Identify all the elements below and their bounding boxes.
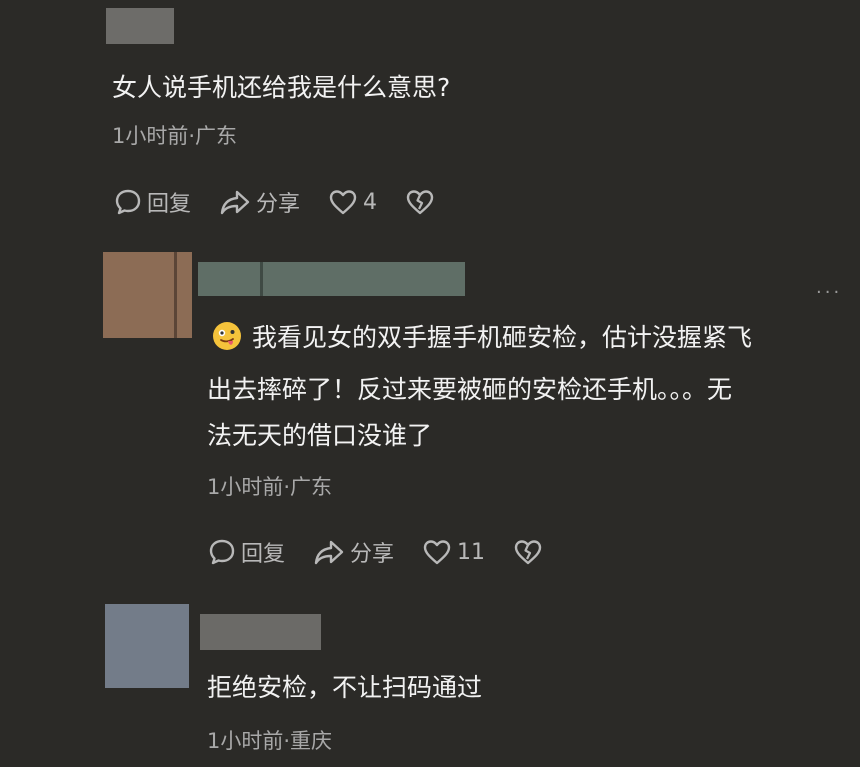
broken-heart-icon bbox=[406, 190, 434, 215]
like-button[interactable]: 11 bbox=[422, 538, 485, 566]
comment-text-line: 法无天的借口没谁了 bbox=[207, 421, 433, 450]
share-label: 分享 bbox=[350, 542, 395, 567]
like-count: 11 bbox=[457, 539, 486, 565]
reply-button[interactable]: 回复 bbox=[114, 186, 191, 218]
reply-icon bbox=[209, 539, 235, 565]
share-icon bbox=[220, 190, 250, 215]
avatar[interactable] bbox=[103, 252, 192, 338]
heart-icon bbox=[329, 190, 357, 215]
username-blurred bbox=[106, 8, 174, 44]
share-button[interactable]: 分享 bbox=[313, 536, 394, 568]
username-blurred[interactable] bbox=[198, 262, 465, 296]
reply-label: 回复 bbox=[241, 542, 286, 567]
like-button[interactable]: 4 bbox=[328, 188, 377, 216]
username-blurred[interactable] bbox=[200, 614, 321, 650]
heart-icon bbox=[423, 540, 451, 565]
broken-heart-icon bbox=[514, 540, 542, 565]
more-options-icon[interactable]: ··· bbox=[816, 282, 842, 303]
dislike-button[interactable] bbox=[405, 188, 440, 216]
comment-meta: 1小时前·重庆 bbox=[207, 729, 333, 753]
reply-label: 回复 bbox=[147, 192, 192, 217]
reply-icon bbox=[115, 189, 141, 215]
comment-meta: 1小时前·广东 bbox=[207, 475, 333, 499]
share-label: 分享 bbox=[256, 192, 301, 217]
comment-actions: 回复 分享 11 bbox=[208, 536, 576, 568]
comment-actions: 回复 分享 4 bbox=[114, 186, 468, 218]
reply-button[interactable]: 回复 bbox=[208, 536, 285, 568]
comment-text: 拒绝安检，不让扫码通过 bbox=[207, 673, 483, 702]
comment-meta: 1小时前·广东 bbox=[112, 124, 238, 148]
share-icon bbox=[314, 540, 344, 565]
comment-text-line: 出去摔碎了！反过来要被砸的安检还手机。。。无 bbox=[207, 375, 733, 404]
comment-text-part: 我看见女的双手握手机砸安检，估计没握紧飞 bbox=[252, 323, 753, 352]
share-button[interactable]: 分享 bbox=[219, 186, 300, 218]
silly-face-emoji-icon bbox=[213, 322, 241, 350]
like-count: 4 bbox=[363, 189, 378, 215]
avatar[interactable] bbox=[105, 604, 189, 688]
comment-text-line: 我看见女的双手握手机砸安检，估计没握紧飞 bbox=[212, 316, 752, 360]
comment-text: 女人说手机还给我是什么意思? bbox=[112, 73, 451, 102]
dislike-button[interactable] bbox=[513, 538, 548, 566]
